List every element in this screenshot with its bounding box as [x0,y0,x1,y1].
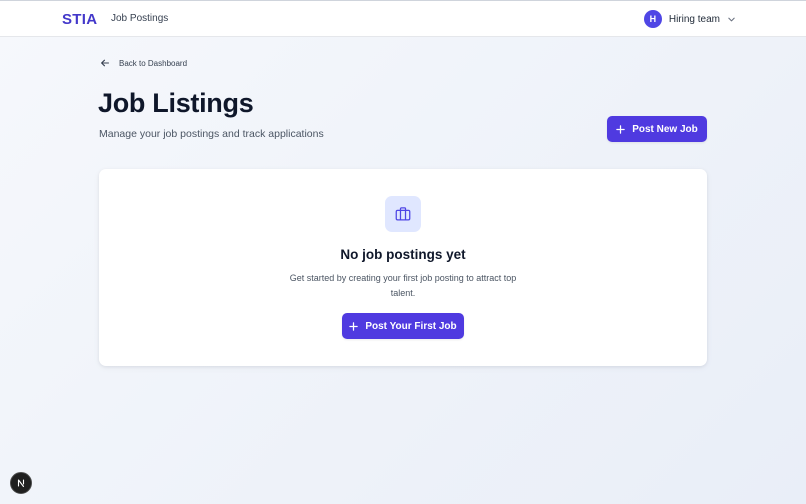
page-title: Job Listings [98,88,254,118]
back-to-dashboard-link[interactable]: Back to Dashboard [100,58,187,68]
brand-logo[interactable]: STIA [62,11,97,28]
empty-state-icon-box [385,196,421,232]
dev-tools-badge[interactable] [10,472,32,494]
user-menu[interactable]: H Hiring team [643,9,736,29]
empty-state-card: No job postings yet Get started by creat… [99,169,707,366]
back-link-label: Back to Dashboard [119,58,188,68]
page: STIA Job Postings H Hiring team Back to … [0,0,806,504]
plus-icon [616,124,625,134]
plus-icon [349,321,359,331]
empty-state-title: No job postings yet [340,247,466,262]
user-name: Hiring team [668,13,720,25]
nav-link-job-postings[interactable]: Job Postings [111,13,168,24]
top-navigation: STIA Job Postings H Hiring team [0,0,806,37]
arrow-left-icon [101,59,110,67]
post-new-job-label: Post New Job [632,123,698,135]
post-first-job-button[interactable]: Post Your First Job [342,313,464,339]
post-new-job-button[interactable]: Post New Job [607,116,707,142]
page-subtitle: Manage your job postings and track appli… [99,128,324,140]
n-logo-icon [17,479,25,488]
avatar: H [643,10,662,28]
empty-state-description: Get started by creating your first job p… [289,273,517,298]
post-first-job-label: Post Your First Job [365,320,457,332]
chevron-down-icon [728,17,735,21]
briefcase-icon [395,207,411,221]
